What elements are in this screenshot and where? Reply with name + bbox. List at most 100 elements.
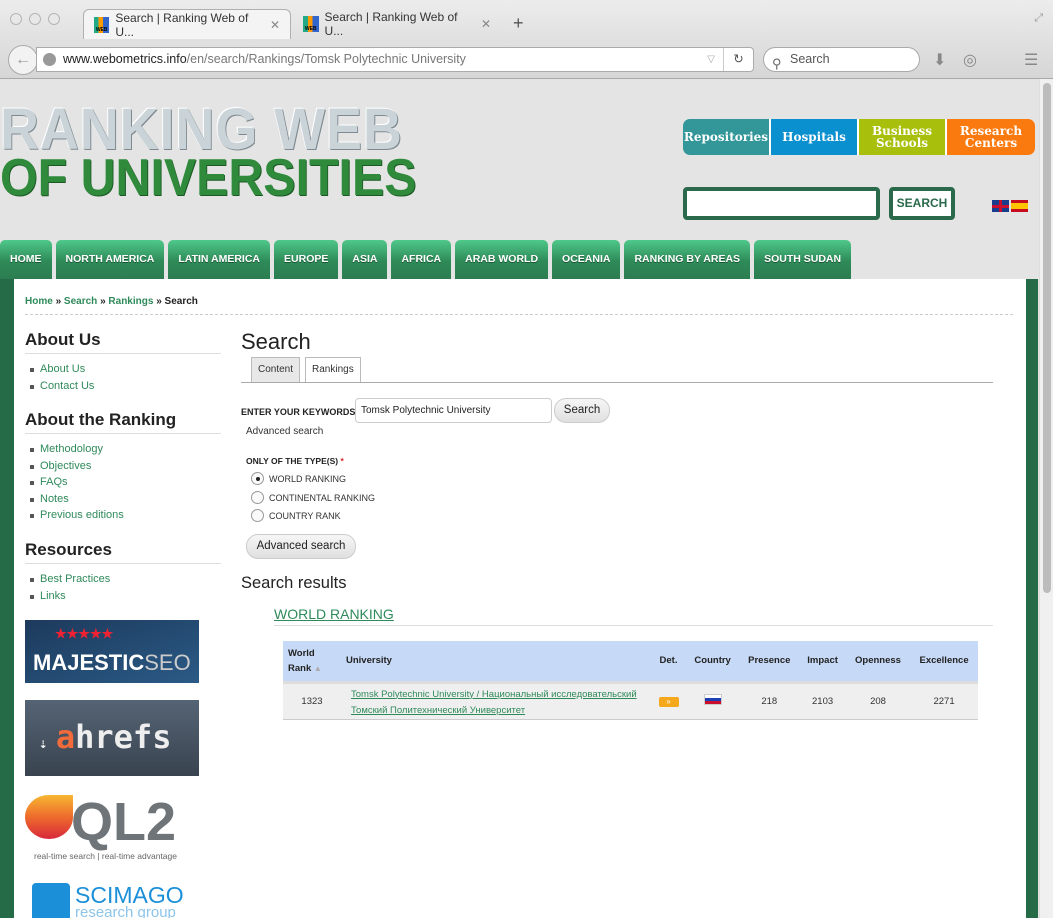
sidebar-link-contact-us[interactable]: Contact Us — [30, 380, 94, 397]
nav-africa[interactable]: AFRICA — [391, 240, 452, 279]
nav-oceania[interactable]: OCEANIA — [552, 240, 621, 279]
logo-of-universities[interactable]: OF UNIVERSITIES — [0, 152, 416, 204]
majestic-seo-ad[interactable]: ★★★★★ MAJESTICSEO — [25, 620, 199, 683]
tab-rankings[interactable]: Rankings — [305, 357, 361, 382]
new-tab-icon[interactable]: + — [513, 13, 524, 34]
window-controls[interactable] — [10, 13, 60, 25]
col-country[interactable]: Country — [686, 641, 740, 684]
col-university[interactable]: University — [341, 641, 651, 684]
breadcrumb-rankings[interactable]: Rankings — [108, 296, 153, 307]
col-presence[interactable]: Presence — [739, 641, 800, 684]
type-label: ONLY OF THE TYPE(S) * — [246, 456, 344, 466]
seo-text: SEO — [144, 650, 191, 675]
about-us-list: About Us Contact Us — [30, 363, 94, 396]
cell-impact: 2103 — [799, 682, 846, 720]
breadcrumb-home[interactable]: Home — [25, 296, 53, 307]
close-tab-icon[interactable]: ✕ — [270, 18, 280, 32]
browser-tab[interactable]: WEB Search | Ranking Web of U... ✕ — [293, 9, 501, 39]
cell-country — [686, 682, 740, 720]
scrollbar[interactable] — [1039, 79, 1053, 918]
details-button[interactable]: » — [658, 696, 679, 707]
sidebar-link-objectives[interactable]: Objectives — [30, 460, 124, 477]
resources-heading: Resources — [25, 540, 221, 564]
hospitals-link[interactable]: Hospitals — [771, 119, 859, 155]
breadcrumb: Home » Search » Rankings » Search — [25, 296, 198, 307]
nav-home[interactable]: HOME — [0, 240, 52, 279]
browser-search-input[interactable]: ⚲ Search — [763, 47, 920, 72]
keywords-input[interactable]: Tomsk Polytechnic University — [355, 398, 552, 423]
col-impact[interactable]: Impact — [799, 641, 846, 684]
tabs-divider — [241, 382, 993, 383]
sidebar-link-best-practices[interactable]: Best Practices — [30, 573, 110, 590]
url-bar[interactable]: www.webometrics.info/en/search/Rankings/… — [36, 47, 754, 72]
radio-label: COUNTRY RANK — [269, 510, 341, 521]
nav-south-sudan[interactable]: SOUTH SUDAN — [754, 240, 852, 279]
advanced-search-button[interactable]: Advanced search — [246, 534, 356, 559]
close-tab-icon[interactable]: ✕ — [481, 17, 491, 31]
university-link[interactable]: Tomsk Polytechnic University / Националь… — [351, 689, 637, 716]
repositories-link[interactable]: Repositories — [683, 119, 771, 155]
page-title: Search — [241, 329, 311, 354]
sidebar-link-links[interactable]: Links — [30, 590, 110, 607]
globe-icon — [43, 53, 56, 66]
world-ranking-link[interactable]: WORLD RANKING — [274, 606, 394, 622]
dropdown-icon[interactable]: ▽ — [707, 48, 715, 71]
spanish-flag-icon[interactable] — [1011, 200, 1028, 212]
nav-latin-america[interactable]: LATIN AMERICA — [168, 240, 271, 279]
radio-unchecked-icon[interactable] — [251, 491, 264, 504]
business-schools-link[interactable]: Business Schools — [859, 119, 947, 155]
radio-world-ranking[interactable]: WORLD RANKING — [251, 472, 346, 485]
sidebar-link-methodology[interactable]: Methodology — [30, 443, 124, 460]
breadcrumb-search[interactable]: Search — [64, 296, 97, 307]
scimago-logo-icon — [32, 883, 70, 918]
col-openness[interactable]: Openness — [845, 641, 911, 684]
scimago-ad[interactable]: SCIMAGO research group — [25, 880, 199, 918]
ahrefs-ad[interactable]: ⇣ ahrefs — [25, 700, 199, 776]
breadcrumb-sep: » — [100, 296, 106, 307]
url-domain: www.webometrics.info — [63, 52, 187, 66]
advanced-search-link[interactable]: Advanced search — [246, 426, 323, 437]
menu-icon[interactable]: ☰ — [1024, 50, 1038, 70]
back-button[interactable]: ← — [8, 45, 38, 75]
divider — [274, 625, 993, 626]
sidebar-link-faqs[interactable]: FAQs — [30, 476, 124, 493]
sidebar-link-previous-editions[interactable]: Previous editions — [30, 509, 124, 526]
scrollbar-thumb[interactable] — [1043, 83, 1051, 593]
site-links: Repositories Hospitals Business Schools … — [683, 119, 1035, 155]
radio-unchecked-icon[interactable] — [251, 509, 264, 522]
nav-north-america[interactable]: NORTH AMERICA — [55, 240, 165, 279]
header-search-input[interactable] — [683, 187, 880, 220]
tab-content[interactable]: Content — [251, 357, 301, 382]
sidebar-link-notes[interactable]: Notes — [30, 493, 124, 510]
results-table: World Rank ▲ University Det. Country Pre… — [283, 641, 978, 720]
radio-checked-icon[interactable] — [251, 472, 264, 485]
col-det[interactable]: Det. — [651, 641, 686, 684]
col-world-rank[interactable]: World Rank ▲ — [283, 641, 341, 684]
cell-det: » — [651, 682, 686, 720]
browser-chrome: WEB Search | Ranking Web of U... ✕ WEB Sear… — [0, 0, 1053, 79]
header-search-button[interactable]: SEARCH — [889, 187, 955, 220]
about-ranking-heading: About the Ranking — [25, 410, 221, 434]
nav-europe[interactable]: EUROPE — [274, 240, 339, 279]
research-centers-link[interactable]: Research Centers — [947, 119, 1035, 155]
addon-icon[interactable]: ◎ — [963, 50, 977, 70]
radio-continental-ranking[interactable]: CONTINENTAL RANKING — [251, 491, 375, 504]
breadcrumb-current: Search — [164, 296, 198, 307]
browser-tab-active[interactable]: WEB Search | Ranking Web of U... ✕ — [83, 9, 291, 39]
divider — [25, 314, 1013, 315]
cell-excellence: 2271 — [910, 682, 978, 720]
sidebar-link-about-us[interactable]: About Us — [30, 363, 94, 380]
download-icon[interactable]: ⬇ — [933, 50, 946, 70]
english-flag-icon[interactable] — [992, 200, 1009, 212]
nav-arab-world[interactable]: ARAB WORLD — [455, 240, 549, 279]
search-button[interactable]: Search — [554, 398, 610, 423]
nav-ranking-by-areas[interactable]: RANKING BY AREAS — [624, 240, 751, 279]
col-excellence[interactable]: Excellence — [910, 641, 978, 684]
fullscreen-icon[interactable]: ⤢ — [1034, 12, 1043, 25]
ql2-ad[interactable]: QL2 real-time search | real-time advantag… — [25, 792, 199, 863]
breadcrumb-sep: » — [156, 296, 162, 307]
reload-icon[interactable]: ↻ — [723, 48, 753, 71]
nav-asia[interactable]: ASIA — [342, 240, 388, 279]
sort-asc-icon[interactable]: ▲ — [314, 664, 322, 673]
radio-country-rank[interactable]: COUNTRY RANK — [251, 509, 341, 522]
